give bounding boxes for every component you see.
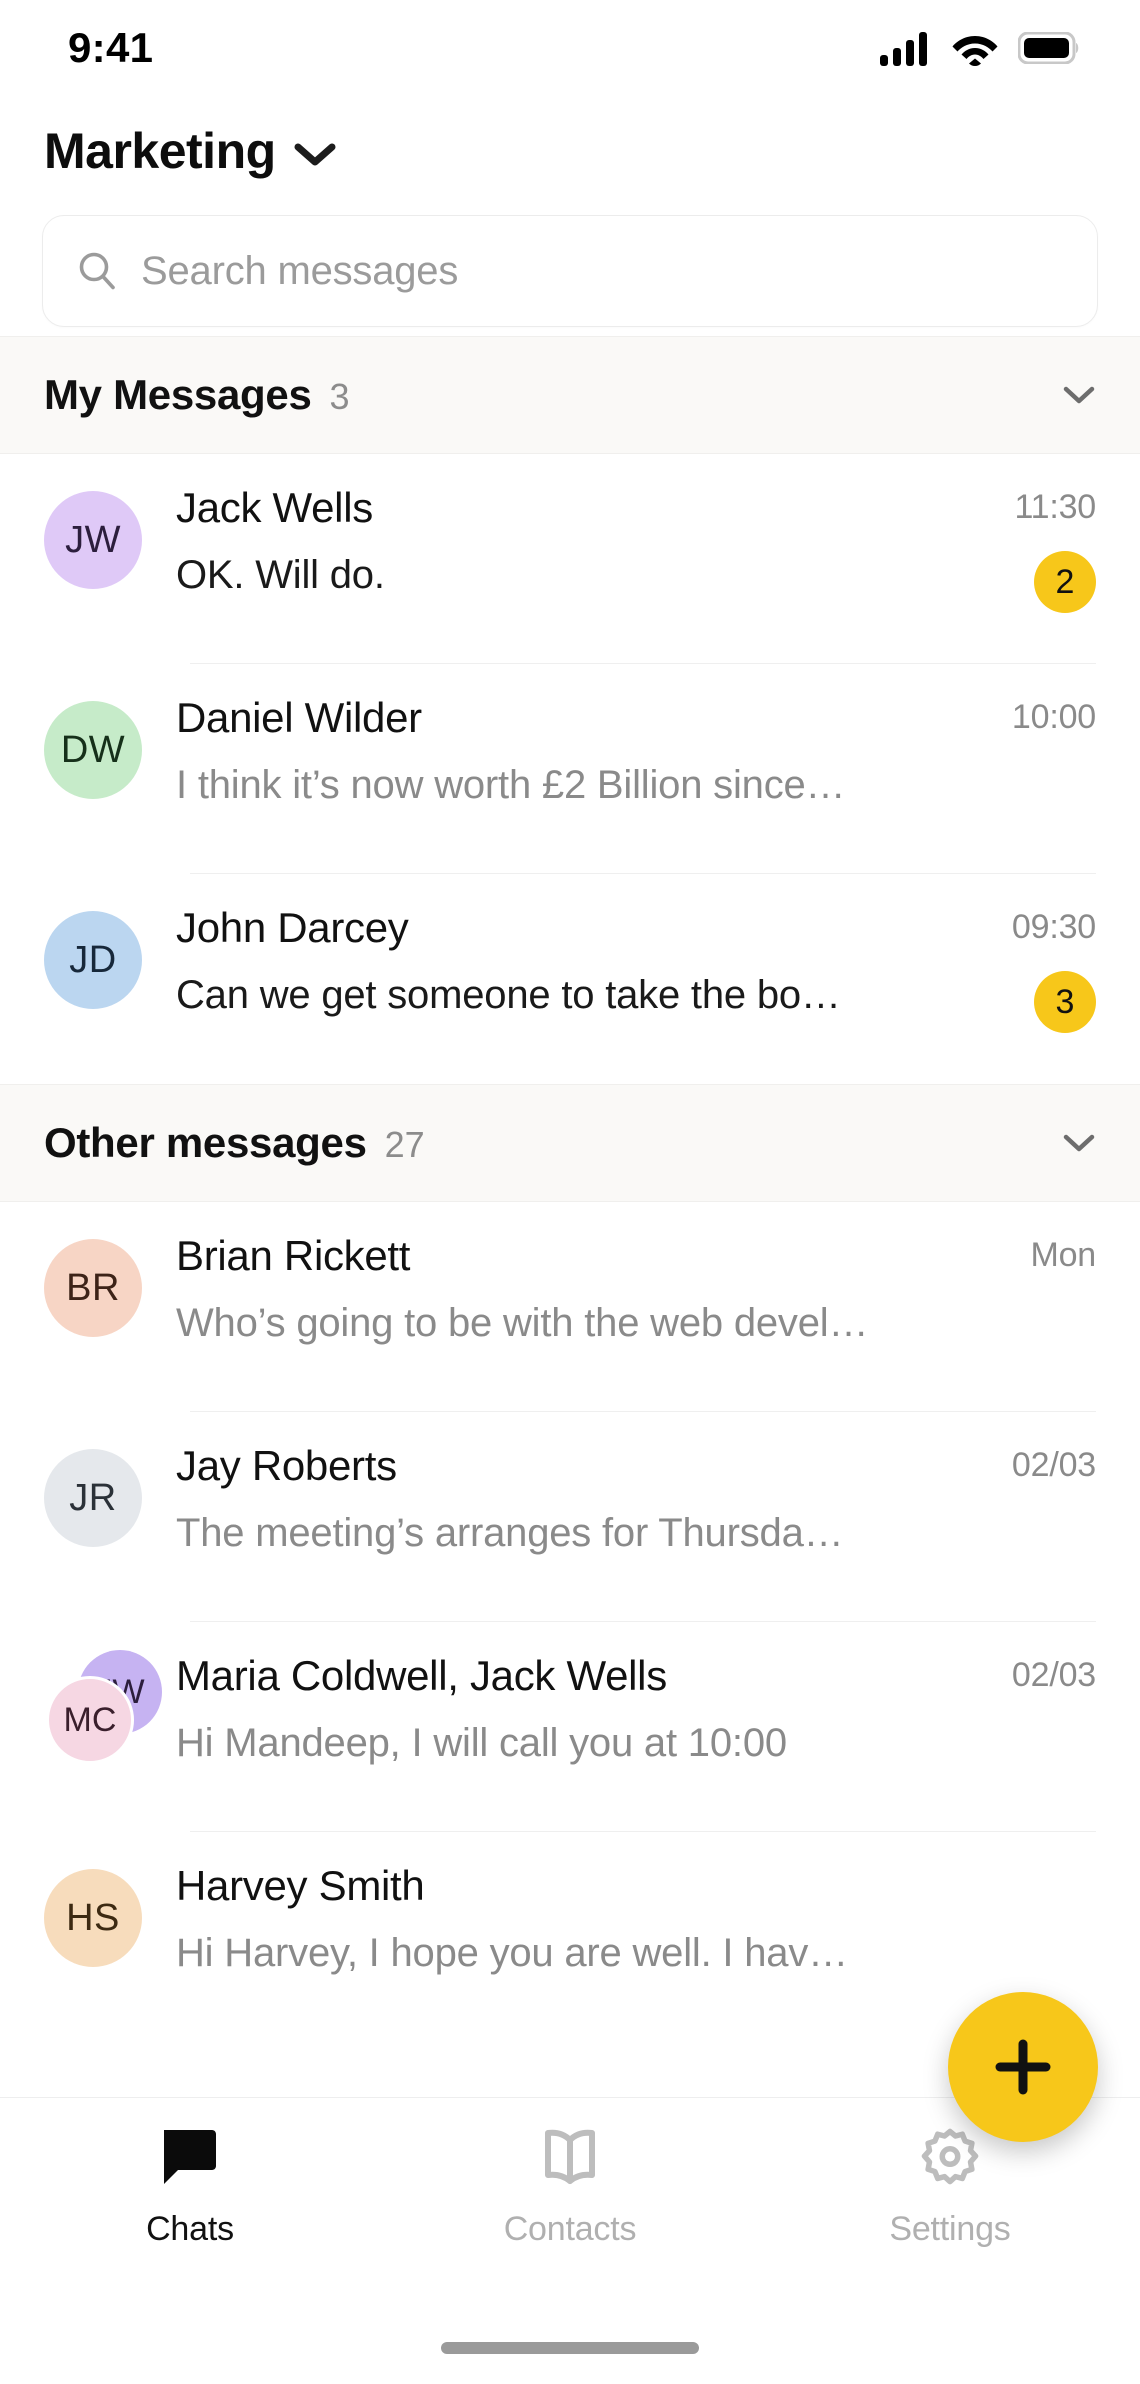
conversation-preview: I think it’s now worth £2 Billion since… — [176, 761, 922, 809]
conversation-row[interactable]: JD John Darcey Can we get someone to take … — [0, 874, 1140, 1084]
avatar: JR — [44, 1449, 142, 1547]
conversation-row[interactable]: HS Harvey Smith Hi Harvey, I hope you are … — [0, 1832, 1140, 2042]
avatar-column: JR — [44, 1438, 176, 1558]
section-header[interactable]: Other messages 27 — [0, 1084, 1140, 1202]
status-bar: 9:41 — [0, 0, 1140, 96]
conversation-time: 02/03 — [1012, 1446, 1096, 1485]
status-icons — [880, 30, 1080, 66]
avatar-column: JD — [44, 900, 176, 1020]
avatar: DW — [44, 701, 142, 799]
conversation-meta — [946, 1858, 1096, 1866]
conversation-preview: Who’s going to be with the web devel… — [176, 1299, 922, 1347]
conversation-meta: 02/03 — [946, 1648, 1096, 1695]
conversation-time: Mon — [1030, 1236, 1096, 1275]
tab-chats[interactable]: Chats — [0, 2126, 380, 2249]
workspace-header[interactable]: Marketing — [0, 96, 1140, 206]
conversation-meta: 02/03 — [946, 1438, 1096, 1485]
conversation-name: Maria Coldwell, Jack Wells — [176, 1650, 922, 1703]
conversation-row[interactable]: JR Jay Roberts The meeting’s arranges for … — [0, 1412, 1140, 1622]
group-avatar: JWMC — [44, 1648, 176, 1768]
chat-bubble-icon — [156, 2126, 224, 2188]
section-title: My Messages — [44, 371, 312, 419]
avatar: JW — [44, 491, 142, 589]
conversation-time: 02/03 — [1012, 1656, 1096, 1695]
new-message-fab[interactable] — [948, 1992, 1098, 2142]
tab-settings[interactable]: Settings — [760, 2126, 1140, 2249]
conversation-text: Brian Rickett Who’s going to be with the … — [176, 1228, 946, 1347]
section-title: Other messages — [44, 1119, 367, 1167]
conversation-meta: 10:00 — [946, 690, 1096, 737]
avatar: BR — [44, 1239, 142, 1337]
section-header[interactable]: My Messages 3 — [0, 336, 1140, 454]
open-book-icon — [536, 2126, 604, 2188]
page-title: Marketing — [44, 122, 276, 180]
conversation-text: Harvey Smith Hi Harvey, I hope you are we… — [176, 1858, 946, 1977]
conversation-name: Daniel Wilder — [176, 692, 922, 745]
conversation-row[interactable]: DW Daniel Wilder I think it’s now worth £2… — [0, 664, 1140, 874]
conversation-meta: 11:30 2 — [946, 480, 1096, 613]
phone-screen: 9:41 Marketing — [0, 0, 1140, 2384]
section-count: 3 — [330, 376, 350, 418]
avatar-primary: MC — [46, 1676, 134, 1764]
tab-contacts[interactable]: Contacts — [380, 2126, 760, 2249]
avatar-column: DW — [44, 690, 176, 810]
conversation-time: 11:30 — [1014, 488, 1096, 527]
avatar-column: JW — [44, 480, 176, 600]
bottom-tab-bar[interactable]: Chats Contacts Settings — [0, 2097, 1140, 2312]
conversation-text: Jay Roberts The meeting’s arranges for Th… — [176, 1438, 946, 1557]
avatar-column: BR — [44, 1228, 176, 1348]
conversation-preview: The meeting’s arranges for Thursda… — [176, 1509, 922, 1557]
search-bar-container: Search messages — [0, 206, 1140, 336]
chevron-down-icon[interactable] — [1062, 384, 1096, 406]
search-input[interactable]: Search messages — [42, 215, 1098, 327]
conversation-time: 09:30 — [1012, 908, 1096, 947]
conversation-preview: Can we get someone to take the bo… — [176, 971, 922, 1019]
wifi-icon — [950, 30, 1000, 66]
search-placeholder: Search messages — [141, 249, 458, 294]
section-header-left: Other messages 27 — [44, 1119, 425, 1167]
conversation-name: Harvey Smith — [176, 1860, 922, 1913]
conversation-list[interactable]: My Messages 3 JW Jack Wells OK. Will do. 11:3… — [0, 336, 1140, 2097]
avatar: JD — [44, 911, 142, 1009]
conversation-row[interactable]: BR Brian Rickett Who’s going to be with th… — [0, 1202, 1140, 1412]
avatar: HS — [44, 1869, 142, 1967]
home-indicator-area — [0, 2312, 1140, 2384]
avatar-column: HS — [44, 1858, 176, 1978]
chevron-down-icon[interactable] — [1062, 1132, 1096, 1154]
tab-label-chats: Chats — [146, 2210, 234, 2249]
conversation-name: Brian Rickett — [176, 1230, 922, 1283]
conversation-meta: Mon — [946, 1228, 1096, 1275]
conversation-preview: Hi Harvey, I hope you are well. I hav… — [176, 1929, 922, 1977]
conversation-name: Jay Roberts — [176, 1440, 922, 1493]
tab-label-settings: Settings — [889, 2210, 1010, 2249]
section-count: 27 — [385, 1124, 425, 1166]
conversation-preview: OK. Will do. — [176, 551, 922, 599]
conversation-text: Daniel Wilder I think it’s now worth £2 B… — [176, 690, 946, 809]
chevron-down-icon[interactable] — [294, 134, 336, 168]
conversation-meta: 09:30 3 — [946, 900, 1096, 1033]
gear-icon — [916, 2126, 984, 2188]
tab-label-contacts: Contacts — [504, 2210, 637, 2249]
conversation-time: 10:00 — [1012, 698, 1096, 737]
conversation-preview: Hi Mandeep, I will call you at 10:00 — [176, 1719, 922, 1767]
cellular-signal-icon — [880, 30, 932, 66]
avatar-column: JWMC — [44, 1648, 176, 1768]
conversation-row[interactable]: JWMCMaria Coldwell, Jack Wells Hi Mandeep… — [0, 1622, 1140, 1832]
section-header-left: My Messages 3 — [44, 371, 350, 419]
conversation-name: John Darcey — [176, 902, 922, 955]
conversation-row[interactable]: JW Jack Wells OK. Will do. 11:30 2 — [0, 454, 1140, 664]
status-time: 9:41 — [68, 24, 153, 72]
conversation-text: Jack Wells OK. Will do. — [176, 480, 946, 599]
unread-badge: 3 — [1034, 971, 1096, 1033]
plus-icon — [992, 2036, 1054, 2098]
home-indicator[interactable] — [441, 2342, 699, 2354]
conversation-text: Maria Coldwell, Jack Wells Hi Mandeep, I … — [176, 1648, 946, 1767]
battery-full-icon — [1018, 32, 1080, 64]
conversation-text: John Darcey Can we get someone to take th… — [176, 900, 946, 1019]
conversation-name: Jack Wells — [176, 482, 922, 535]
search-icon — [75, 249, 119, 293]
unread-badge: 2 — [1034, 551, 1096, 613]
